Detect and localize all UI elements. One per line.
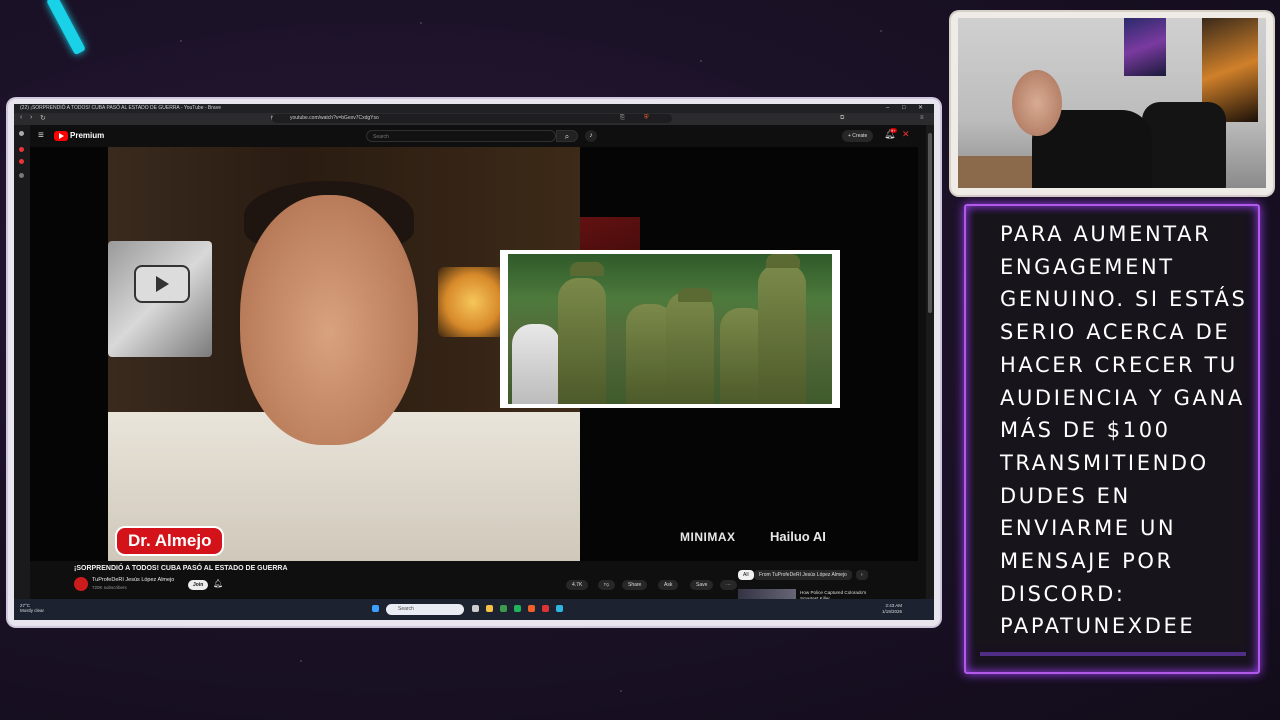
youtube-premium-label[interactable]: Premium	[70, 131, 104, 140]
hailuo-watermark: Hailuo AI	[770, 529, 826, 544]
windows-start-icon[interactable]	[372, 605, 379, 612]
hamburger-menu-icon[interactable]: ≡	[38, 130, 44, 141]
forward-icon[interactable]: ›	[30, 114, 32, 121]
background-star	[300, 660, 302, 662]
video-player[interactable]: Dr. Almejo MINIMAX Hailuo AI	[30, 147, 918, 561]
silver-play-button-plaque	[108, 241, 212, 357]
minimax-watermark: MINIMAX	[680, 530, 736, 544]
message-panel: PARA AUMENTAR ENGAGEMENT GENUINO. SI EST…	[974, 214, 1244, 646]
create-button[interactable]: + Create	[842, 130, 874, 142]
notification-count-badge: 9+	[890, 128, 897, 133]
share-page-icon[interactable]: ⎘	[620, 115, 625, 122]
brave-shield-icon[interactable]: ⛨	[644, 115, 649, 122]
chips-next-icon[interactable]: ›	[856, 570, 868, 580]
close-window-icon[interactable]: ✕	[918, 104, 923, 113]
browser-window: (22) ¡SORPRENDIÓ A TODOS! CUBA PASÓ AL E…	[14, 104, 934, 620]
brave-browser-icon[interactable]	[528, 605, 535, 612]
youtube-logo-icon[interactable]	[54, 131, 68, 141]
search-input[interactable]: Search	[366, 130, 556, 142]
soldier-figure	[758, 264, 806, 404]
minimize-icon[interactable]: –	[886, 104, 889, 113]
soldier-figure	[512, 324, 560, 404]
wall-poster	[1124, 18, 1166, 76]
soldier-cap	[570, 262, 604, 276]
like-button[interactable]: 4.7K	[566, 580, 589, 590]
more-options-button[interactable]: ⋯	[720, 580, 737, 590]
channel-subscriber-count: 720K subscribers	[92, 585, 127, 590]
channel-name[interactable]: TuProfeDeRI Jesús López Almejo	[92, 577, 174, 583]
channel-avatar[interactable]	[74, 577, 88, 591]
sidebar-app-icon[interactable]	[19, 147, 24, 152]
subscribe-bell-icon[interactable]: 🔔︎	[213, 579, 223, 588]
sidebar-app-icon[interactable]	[19, 131, 24, 136]
chip-from-channel[interactable]: From TuProfeDeRI Jesús López Almejo	[754, 570, 852, 580]
background-star	[180, 40, 182, 42]
system-clock[interactable]: 2:43 AM 1/19/2026	[882, 603, 902, 615]
page-scrollbar[interactable]	[926, 125, 934, 599]
microphone-icon[interactable]: ♪	[585, 130, 597, 142]
extensions-icon[interactable]: ⧉	[840, 115, 844, 122]
app-icon[interactable]	[514, 605, 521, 612]
presenter-name-tag: Dr. Almejo	[115, 526, 225, 556]
scrollbar-thumb[interactable]	[928, 133, 932, 313]
avatar-icon[interactable]: ✕	[902, 129, 910, 140]
join-button[interactable]: Join	[188, 580, 209, 590]
scrolling-message-text: PARA AUMENTAR ENGAGEMENT GENUINO. SI EST…	[1000, 222, 1244, 639]
app-icon[interactable]	[500, 605, 507, 612]
menu-icon[interactable]: ≡	[920, 115, 924, 121]
browser-toolbar: ‹ › ↻ ⚑ youtube.com/watch?v=bGexv7CxdgYs…	[14, 113, 934, 125]
background-star	[700, 60, 702, 62]
ask-button[interactable]: Ask	[658, 580, 679, 590]
back-icon[interactable]: ‹	[20, 114, 22, 121]
browser-sidebar	[14, 125, 30, 599]
task-view-icon[interactable]	[472, 605, 479, 612]
sidebar-app-icon[interactable]	[19, 159, 24, 164]
video-details: ¡SORPRENDIÓ A TODOS! CUBA PASÓ AL ESTADO…	[30, 561, 934, 601]
presenter-face	[240, 195, 418, 445]
maximize-icon[interactable]: □	[902, 104, 906, 113]
youtube-header: ≡ Premium Search ⌕ ♪ + Create 🔔︎ 9+ ✕	[30, 125, 934, 147]
office-chair	[1142, 102, 1226, 188]
background-star	[880, 30, 882, 32]
streamer-head	[1012, 70, 1062, 136]
inset-news-photo	[500, 250, 840, 408]
file-explorer-icon[interactable]	[486, 605, 493, 612]
clock-date: 1/19/2026	[882, 609, 903, 614]
webcam-feed	[958, 18, 1266, 188]
browser-titlebar: (22) ¡SORPRENDIÓ A TODOS! CUBA PASÓ AL E…	[14, 104, 934, 113]
reload-icon[interactable]: ↻	[40, 114, 46, 122]
weather-widget[interactable]: 27°C Mostly clear	[20, 603, 44, 613]
background-star	[420, 22, 422, 24]
windows-taskbar: 27°C Mostly clear Search 2:43 AM 1/19/20…	[14, 599, 934, 620]
soldier-figure	[558, 278, 606, 404]
dislike-button[interactable]: 👎︎	[598, 580, 616, 590]
soldier-figure	[666, 292, 714, 404]
soldiers-photo	[508, 254, 832, 404]
share-button[interactable]: Share	[622, 580, 648, 590]
lamp-light	[438, 267, 508, 337]
cyan-accent-streak	[46, 0, 86, 56]
sidebar-add-icon[interactable]	[19, 173, 24, 178]
save-button[interactable]: Save	[690, 580, 714, 590]
tab-title[interactable]: (22) ¡SORPRENDIÓ A TODOS! CUBA PASÓ AL E…	[20, 104, 221, 113]
neon-glow-bar	[980, 652, 1246, 656]
app-icon[interactable]	[556, 605, 563, 612]
app-icon[interactable]	[542, 605, 549, 612]
taskbar-search-input[interactable]: Search	[386, 604, 464, 615]
soldier-cap	[678, 288, 712, 302]
video-title: ¡SORPRENDIÓ A TODOS! CUBA PASÓ AL ESTADO…	[74, 565, 288, 572]
chip-all[interactable]: All	[738, 570, 754, 580]
address-bar[interactable]: youtube.com/watch?v=bGexv7CxdgYso	[272, 114, 672, 123]
soldier-cap	[766, 254, 800, 268]
search-icon[interactable]: ⌕	[556, 130, 578, 142]
background-star	[620, 690, 622, 692]
weather-condition: Mostly clear	[20, 608, 45, 613]
play-icon	[134, 265, 190, 303]
